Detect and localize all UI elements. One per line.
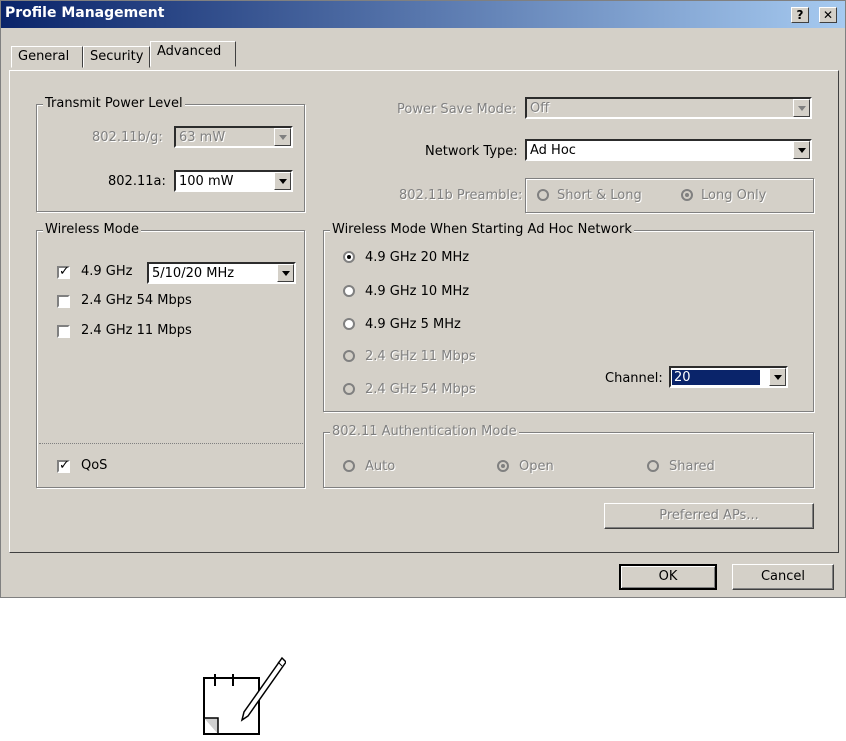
802-11bg-power-value: 63 mW: [179, 130, 226, 145]
chevron-down-icon[interactable]: [793, 141, 810, 159]
qos-divider: [39, 443, 303, 444]
power-save-label: Power Save Mode:: [397, 102, 517, 117]
auth-mode-legend: 802.11 Authentication Mode: [330, 424, 519, 439]
tab-general[interactable]: General: [11, 46, 83, 68]
cancel-button[interactable]: Cancel: [732, 564, 834, 590]
802-11a-label: 802.11a:: [108, 174, 166, 189]
auth-auto-label: Auto: [365, 459, 396, 474]
chevron-down-icon: [274, 128, 291, 146]
adhoc-2-4ghz-11mbps-radio: [343, 350, 355, 362]
auth-mode-group: 802.11 Authentication Mode: [323, 424, 814, 488]
4-9ghz-label: 4.9 GHz: [81, 264, 133, 279]
transmit-power-group: Transmit Power Level: [36, 96, 305, 212]
adhoc-4-9ghz-20mhz-radio[interactable]: [343, 251, 355, 263]
auth-shared-label: Shared: [669, 459, 715, 474]
preamble-short-long-label: Short & Long: [557, 188, 642, 203]
auth-open-radio: [497, 460, 509, 472]
adhoc-4-9ghz-10mhz-radio[interactable]: [343, 285, 355, 297]
auth-auto-radio: [343, 460, 355, 472]
4-9ghz-bandwidth-select[interactable]: 5/10/20 MHz: [147, 262, 296, 284]
adhoc-4-9ghz-5mhz-radio[interactable]: [343, 318, 355, 330]
channel-label: Channel:: [605, 371, 663, 386]
network-type-select[interactable]: Ad Hoc: [525, 139, 812, 161]
2-4ghz-11mbps-checkbox[interactable]: [57, 325, 70, 338]
power-save-value: Off: [530, 101, 550, 116]
chevron-down-icon[interactable]: [769, 368, 786, 386]
ok-button[interactable]: OK: [619, 564, 717, 590]
2-4ghz-54mbps-label: 2.4 GHz 54 Mbps: [81, 293, 192, 308]
preamble-long-only-label: Long Only: [701, 188, 767, 203]
network-type-label: Network Type:: [425, 144, 518, 159]
2-4ghz-54mbps-checkbox[interactable]: [57, 295, 70, 308]
802-11bg-power-select: 63 mW: [174, 126, 293, 148]
adhoc-2-4ghz-54mbps-radio: [343, 383, 355, 395]
adhoc-option-label: 4.9 GHz 5 MHz: [365, 317, 461, 332]
network-type-value: Ad Hoc: [530, 143, 576, 158]
802-11a-power-select[interactable]: 100 mW: [174, 170, 293, 192]
adhoc-option-label: 2.4 GHz 54 Mbps: [365, 382, 476, 397]
2-4ghz-11mbps-label: 2.4 GHz 11 Mbps: [81, 323, 192, 338]
adhoc-option-label: 2.4 GHz 11 Mbps: [365, 349, 476, 364]
transmit-power-legend: Transmit Power Level: [43, 96, 185, 111]
profile-management-dialog: Profile Management ? ✕ General Security …: [0, 0, 846, 598]
wireless-mode-legend: Wireless Mode: [43, 222, 141, 237]
power-save-select: Off: [525, 97, 812, 119]
tab-advanced[interactable]: Advanced: [150, 41, 236, 67]
auth-open-label: Open: [519, 459, 554, 474]
close-button[interactable]: ✕: [819, 7, 837, 23]
802-11bg-label: 802.11b/g:: [92, 130, 163, 145]
channel-select[interactable]: 20: [669, 366, 788, 388]
qos-label: QoS: [81, 458, 108, 473]
802-11a-power-value: 100 mW: [179, 174, 234, 189]
preamble-short-long-radio: [537, 189, 549, 201]
window-title: Profile Management: [5, 5, 165, 21]
chevron-down-icon: [793, 99, 810, 117]
preamble-long-only-radio: [681, 189, 693, 201]
help-button[interactable]: ?: [791, 7, 809, 23]
chevron-down-icon[interactable]: [274, 172, 291, 190]
adhoc-option-label: 4.9 GHz 20 MHz: [365, 250, 470, 265]
4-9ghz-bandwidth-value: 5/10/20 MHz: [152, 266, 235, 281]
tab-security[interactable]: Security: [83, 46, 150, 68]
preferred-aps-button: Preferred APs...: [604, 503, 814, 529]
adhoc-mode-legend: Wireless Mode When Starting Ad Hoc Netwo…: [330, 222, 634, 237]
channel-value: 20: [671, 369, 761, 386]
4-9ghz-checkbox[interactable]: [57, 264, 70, 279]
note-pencil-icon: [203, 656, 286, 735]
adhoc-option-label: 4.9 GHz 10 MHz: [365, 284, 470, 299]
preamble-label: 802.11b Preamble:: [399, 188, 523, 203]
qos-checkbox[interactable]: [57, 458, 70, 473]
title-bar: Profile Management ? ✕: [1, 1, 845, 28]
auth-shared-radio: [647, 460, 659, 472]
chevron-down-icon[interactable]: [277, 264, 294, 282]
